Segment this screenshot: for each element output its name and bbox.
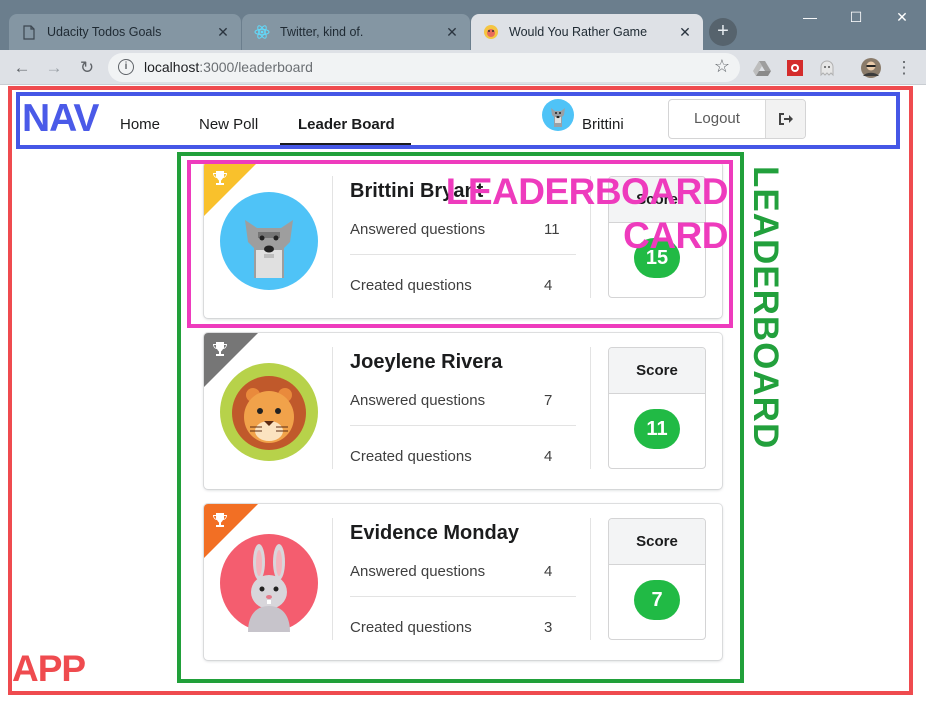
player-name: Joeylene Rivera — [350, 351, 503, 373]
browser-tab-title: Twitter, kind of. — [280, 25, 364, 39]
leaderboard-card-annotation-label: LEADERBOARD CARD — [422, 170, 729, 258]
nav-user-name: Brittini — [582, 116, 624, 133]
back-arrow-icon[interactable]: ← — [10, 56, 34, 80]
address-bar[interactable]: i localhost:3000/leaderboard ☆ — [108, 53, 740, 82]
leaderboard-annotation-label: LEADERBOARD — [746, 166, 785, 450]
created-questions-label: Created questions — [350, 448, 472, 465]
score-badge: 7 — [634, 580, 680, 620]
user-avatar — [542, 99, 574, 131]
url-text[interactable]: localhost:3000/leaderboard — [144, 59, 313, 75]
new-tab-button[interactable]: + — [709, 18, 737, 46]
browser-tab-1[interactable]: Twitter, kind of. ✕ — [242, 14, 470, 50]
answered-questions-count: 4 — [544, 563, 553, 580]
browser-toolbar: ← → ↻ i localhost:3000/leaderboard ☆ ⋮ — [0, 50, 926, 85]
rabbit-avatar — [220, 534, 318, 632]
app-annotation-label: APP — [12, 648, 86, 689]
active-nav-underline — [280, 143, 411, 145]
close-tab-icon[interactable]: ✕ — [444, 24, 460, 40]
browser-tab-2[interactable]: Would You Rather Game ✕ — [471, 14, 703, 50]
sign-out-icon — [765, 100, 805, 138]
red-extension-icon[interactable] — [783, 56, 807, 80]
reload-icon[interactable]: ↻ — [75, 56, 99, 80]
trophy-icon — [213, 342, 227, 356]
trophy-icon — [213, 513, 227, 527]
created-questions-count: 3 — [544, 619, 553, 636]
url-path: :3000/leaderboard — [199, 59, 313, 75]
browser-tab-title: Udacity Todos Goals — [47, 25, 162, 39]
drive-extension-icon[interactable] — [750, 56, 774, 80]
card-divider — [332, 518, 333, 640]
score-badge: 11 — [634, 409, 680, 449]
logout-button[interactable]: Logout — [668, 99, 806, 139]
score-box: Score 11 — [608, 347, 706, 469]
leaderboard-card: Evidence Monday Answered questions 4 Cre… — [204, 504, 722, 660]
browser-tab-title: Would You Rather Game — [509, 25, 648, 39]
browser-tab-0[interactable]: Udacity Todos Goals ✕ — [9, 14, 241, 50]
logout-label: Logout — [694, 110, 740, 127]
answered-questions-label: Answered questions — [350, 563, 486, 580]
lion-avatar — [220, 363, 318, 461]
maximize-button[interactable]: ☐ — [833, 6, 879, 30]
url-host: localhost — [144, 59, 200, 75]
app-favicon — [483, 24, 499, 40]
created-questions-count: 4 — [544, 448, 553, 465]
player-name: Evidence Monday — [350, 522, 519, 544]
score-box: Score 7 — [608, 518, 706, 640]
info-icon[interactable]: i — [118, 59, 134, 75]
nav-new-poll-link[interactable]: New Poll — [199, 116, 258, 133]
nav-annotation-label: NAV — [22, 97, 99, 140]
close-window-button[interactable]: ✕ — [879, 6, 925, 30]
answered-questions-count: 7 — [544, 392, 553, 409]
forward-arrow-icon[interactable]: → — [42, 56, 66, 80]
menu-dots-icon[interactable]: ⋮ — [892, 56, 916, 80]
card-divider — [332, 347, 333, 469]
bookmark-star-icon[interactable]: ☆ — [714, 56, 730, 77]
answered-questions-label: Answered questions — [350, 392, 486, 409]
card-divider — [590, 518, 591, 640]
nav-leader-board-link[interactable]: Leader Board — [298, 116, 395, 133]
document-icon — [21, 24, 37, 40]
minimize-button[interactable]: — — [787, 6, 833, 30]
created-questions-label: Created questions — [350, 619, 472, 636]
react-icon — [254, 24, 270, 40]
ghost-extension-icon[interactable] — [815, 56, 839, 80]
card-divider — [590, 347, 591, 469]
close-tab-icon[interactable]: ✕ — [677, 24, 693, 40]
leaderboard-card: Joeylene Rivera Answered questions 7 Cre… — [204, 333, 722, 489]
nav-home-link[interactable]: Home — [120, 116, 160, 133]
leaderboard-card-annotation-line1: LEADERBOARD — [445, 171, 729, 212]
stat-divider — [350, 596, 576, 597]
close-tab-icon[interactable]: ✕ — [215, 24, 231, 40]
leaderboard-card-annotation-line2: CARD — [623, 215, 728, 256]
score-header: Score — [609, 519, 705, 565]
score-header: Score — [609, 348, 705, 394]
profile-avatar-icon[interactable] — [859, 56, 883, 80]
stat-divider — [350, 425, 576, 426]
browser-titlebar: Udacity Todos Goals ✕ Twitter, kind of. … — [0, 0, 926, 50]
